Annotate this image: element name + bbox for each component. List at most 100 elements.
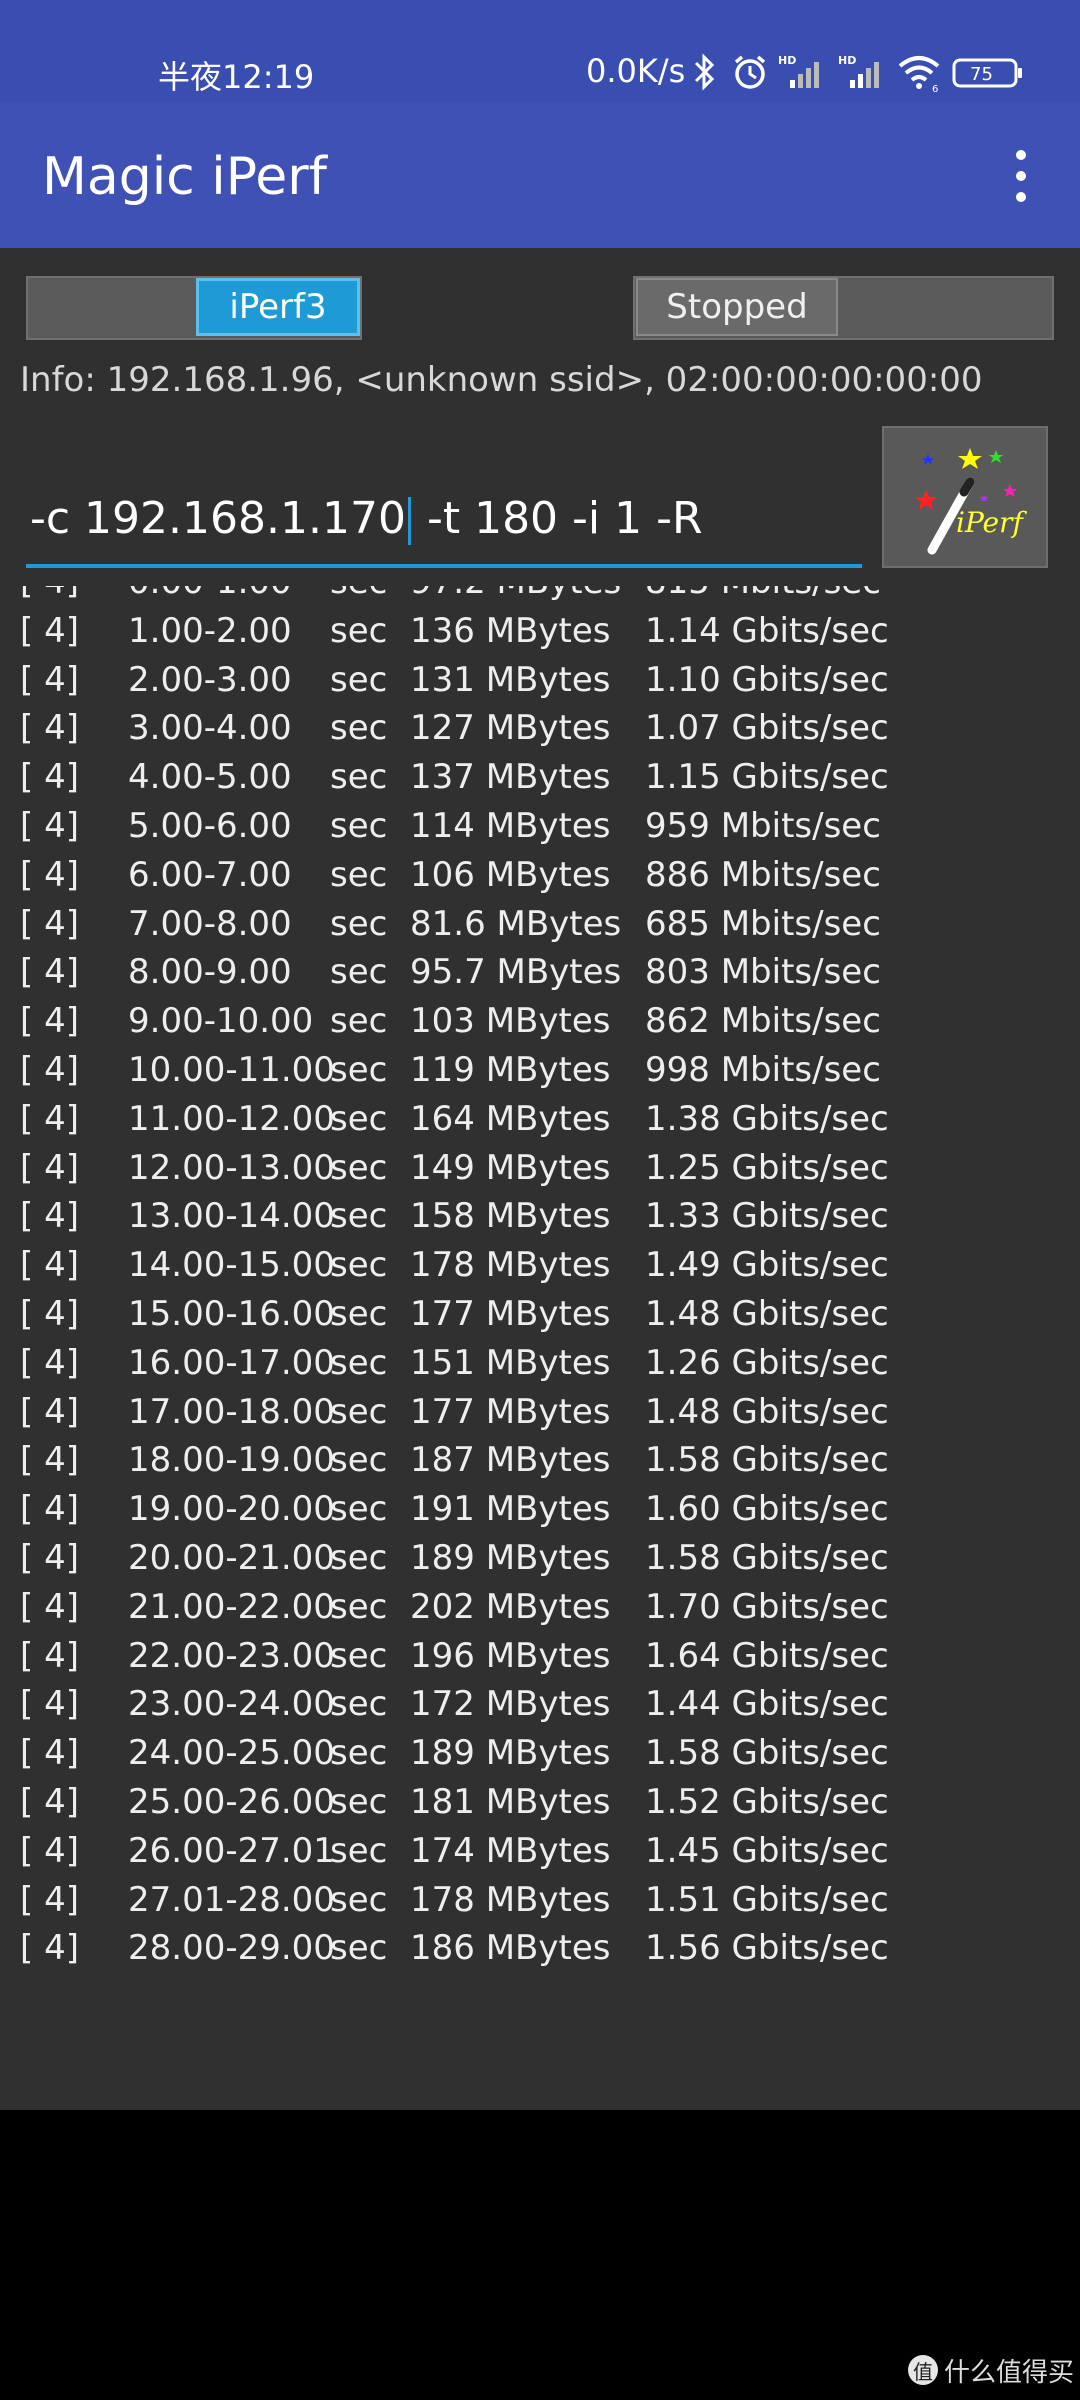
log-stream-id: [ 4]: [20, 1440, 79, 1481]
log-bitrate: 862 Mbits/sec: [645, 1001, 881, 1042]
log-bitrate: 1.52 Gbits/sec: [645, 1781, 889, 1822]
log-bitrate: 1.38 Gbits/sec: [645, 1098, 889, 1139]
log-interval-unit: sec: [330, 1147, 388, 1188]
log-row: [ 4] 18.00-19.00 sec 187 MBytes 1.58 Gbits/s…: [0, 1434, 1080, 1483]
log-interval: 8.00-9.00: [128, 952, 292, 993]
log-bitrate: 1.10 Gbits/sec: [645, 659, 889, 700]
log-bitrate: 803 Mbits/sec: [645, 952, 881, 993]
log-row: [ 4] 25.00-26.00 sec 181 MBytes 1.52 Gbits/s…: [0, 1776, 1080, 1825]
log-row: [ 4] 24.00-25.00 sec 189 MBytes 1.58 Gbits/s…: [0, 1727, 1080, 1776]
output-log[interactable]: [ 4] 0.00-1.00 sec 97.2 MBytes 815 Mbits/sec…: [0, 586, 1080, 2006]
log-interval: 26.00-27.01: [128, 1830, 335, 1871]
svg-text:HD: HD: [838, 54, 856, 67]
log-interval-unit: sec: [330, 1830, 388, 1871]
log-bitrate: 998 Mbits/sec: [645, 1049, 881, 1090]
log-bitrate: 1.58 Gbits/sec: [645, 1537, 889, 1578]
log-interval: 10.00-11.00: [128, 1049, 335, 1090]
start-stop-toggle-button[interactable]: Stopped: [636, 278, 838, 336]
connection-info: Info: 192.168.1.96, <unknown ssid>, 02:0…: [20, 360, 983, 400]
log-interval-unit: sec: [330, 1001, 388, 1042]
log-interval-unit: sec: [330, 854, 388, 895]
log-interval: 16.00-17.00: [128, 1342, 335, 1383]
log-rows: [ 4] 0.00-1.00 sec 97.2 MBytes 815 Mbits/sec…: [0, 586, 1080, 1971]
log-interval: 3.00-4.00: [128, 708, 292, 749]
log-stream-id: [ 4]: [20, 1098, 79, 1139]
watermark-text: 什么值得买: [944, 2357, 1075, 2388]
log-row: [ 4] 28.00-29.00 sec 186 MBytes 1.56 Gbits/s…: [0, 1922, 1080, 1971]
log-stream-id: [ 4]: [20, 1684, 79, 1725]
command-text-before-cursor: -c 192.168.1.170: [30, 493, 406, 544]
log-stream-id: [ 4]: [20, 1147, 79, 1188]
log-stream-id: [ 4]: [20, 1879, 79, 1920]
iperf3-toggle-button[interactable]: iPerf3: [196, 278, 360, 336]
log-row: [ 4] 15.00-16.00 sec 177 MBytes 1.48 Gbits/s…: [0, 1288, 1080, 1337]
log-interval-unit: sec: [330, 1440, 388, 1481]
command-input[interactable]: -c 192.168.1.170 -t 180 -i 1 -R: [30, 493, 860, 553]
log-interval-unit: sec: [330, 805, 388, 846]
log-interval-unit: sec: [330, 1489, 388, 1530]
log-bitrate: 959 Mbits/sec: [645, 805, 881, 846]
log-stream-id: [ 4]: [20, 1830, 79, 1871]
log-transfer: 178 MBytes: [410, 1879, 611, 1920]
log-interval: 4.00-5.00: [128, 757, 292, 798]
log-bitrate: 1.49 Gbits/sec: [645, 1245, 889, 1286]
log-bitrate: 1.33 Gbits/sec: [645, 1196, 889, 1237]
network-speed: 0.0K/s: [586, 52, 686, 90]
log-bitrate: 1.70 Gbits/sec: [645, 1586, 889, 1627]
log-bitrate: 1.48 Gbits/sec: [645, 1391, 889, 1432]
log-transfer: 181 MBytes: [410, 1781, 611, 1822]
log-interval-unit: sec: [330, 1781, 388, 1822]
log-bitrate: 1.58 Gbits/sec: [645, 1733, 889, 1774]
log-interval: 24.00-25.00: [128, 1733, 335, 1774]
log-stream-id: [ 4]: [20, 1391, 79, 1432]
log-stream-id: [ 4]: [20, 708, 79, 749]
log-row: [ 4] 7.00-8.00 sec 81.6 MBytes 685 Mbits/sec: [0, 898, 1080, 947]
log-interval-unit: sec: [330, 708, 388, 749]
log-interval: 27.01-28.00: [128, 1879, 335, 1920]
log-interval: 18.00-19.00: [128, 1440, 335, 1481]
log-transfer: 202 MBytes: [410, 1586, 611, 1627]
log-interval-unit: sec: [330, 1879, 388, 1920]
log-transfer: 177 MBytes: [410, 1293, 611, 1334]
log-interval-unit: sec: [330, 1928, 388, 1969]
log-row: [ 4] 6.00-7.00 sec 106 MBytes 886 Mbits/sec: [0, 849, 1080, 898]
log-row: [ 4] 17.00-18.00 sec 177 MBytes 1.48 Gbits/s…: [0, 1386, 1080, 1435]
log-interval: 12.00-13.00: [128, 1147, 335, 1188]
status-bar: 半夜12:19 0.0K/s HD HD 6 75: [0, 0, 1080, 102]
log-row: [ 4] 13.00-14.00 sec 158 MBytes 1.33 Gbits/s…: [0, 1190, 1080, 1239]
main-content: iPerf3 Stopped Info: 192.168.1.96, <unkn…: [0, 248, 1080, 2110]
log-transfer: 106 MBytes: [410, 854, 611, 895]
log-stream-id: [ 4]: [20, 952, 79, 993]
log-row: [ 4] 11.00-12.00 sec 164 MBytes 1.38 Gbits/s…: [0, 1093, 1080, 1142]
overflow-menu-icon[interactable]: [1004, 148, 1040, 204]
log-transfer: 131 MBytes: [410, 659, 611, 700]
menu-dot: [1016, 150, 1026, 160]
log-interval-unit: sec: [330, 1537, 388, 1578]
log-stream-id: [ 4]: [20, 1635, 79, 1676]
log-bitrate: 1.14 Gbits/sec: [645, 610, 889, 651]
bluetooth-icon: [694, 53, 715, 91]
log-row: [ 4] 21.00-22.00 sec 202 MBytes 1.70 Gbits/s…: [0, 1581, 1080, 1630]
log-bitrate: 1.26 Gbits/sec: [645, 1342, 889, 1383]
log-row: [ 4] 22.00-23.00 sec 196 MBytes 1.64 Gbits/s…: [0, 1630, 1080, 1679]
log-interval: 17.00-18.00: [128, 1391, 335, 1432]
log-interval: 22.00-23.00: [128, 1635, 335, 1676]
log-bitrate: 1.60 Gbits/sec: [645, 1489, 889, 1530]
log-interval-unit: sec: [330, 1245, 388, 1286]
log-stream-id: [ 4]: [20, 610, 79, 651]
log-transfer: 149 MBytes: [410, 1147, 611, 1188]
log-bitrate: 1.45 Gbits/sec: [645, 1830, 889, 1871]
log-interval-unit: sec: [330, 659, 388, 700]
log-transfer: 119 MBytes: [410, 1049, 611, 1090]
log-row: [ 4] 1.00-2.00 sec 136 MBytes 1.14 Gbits/sec: [0, 605, 1080, 654]
log-bitrate: 886 Mbits/sec: [645, 854, 881, 895]
run-iperf-logo-button[interactable]: iPerf: [882, 426, 1048, 568]
log-transfer: 137 MBytes: [410, 757, 611, 798]
log-row: [ 4] 4.00-5.00 sec 137 MBytes 1.15 Gbits/sec: [0, 751, 1080, 800]
log-interval-unit: sec: [330, 1049, 388, 1090]
log-stream-id: [ 4]: [20, 1928, 79, 1969]
log-transfer: 191 MBytes: [410, 1489, 611, 1530]
log-interval: 20.00-21.00: [128, 1537, 335, 1578]
log-stream-id: [ 4]: [20, 1293, 79, 1334]
log-interval-unit: sec: [330, 1733, 388, 1774]
